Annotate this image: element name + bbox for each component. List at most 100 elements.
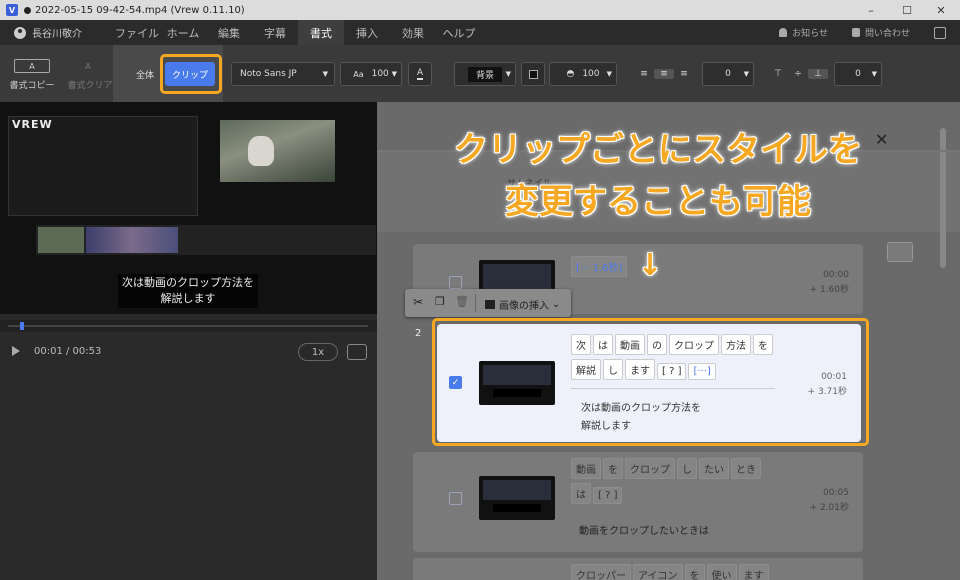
chip-row: 動画をクロップしたい ときは[ ? ] <box>571 458 781 508</box>
word-chip[interactable]: クロップ <box>625 458 675 479</box>
format-toolbar: A 書式コピー A 書式クリア 全体 クリップ Noto Sans JP ▼ Aa… <box>0 45 960 102</box>
user-icon <box>14 26 26 39</box>
user-account[interactable]: 長谷川敬介 <box>14 25 114 40</box>
align-center-icon[interactable]: ≡ <box>654 69 674 79</box>
silence-chip[interactable]: [··· 1.6秒] <box>571 256 628 277</box>
speed-button[interactable]: 1x <box>298 343 338 361</box>
copy-format-icon: A <box>14 59 50 73</box>
valign-bottom-icon[interactable]: ⊥ <box>808 69 828 79</box>
word-chip[interactable]: を <box>603 458 623 479</box>
preview-clip-thumb <box>86 227 178 253</box>
seek-track <box>8 325 368 327</box>
word-chip[interactable]: クロッパー <box>571 564 631 580</box>
font-value: Noto Sans JP <box>240 69 297 79</box>
chevron-down-icon: ▼ <box>743 70 749 78</box>
chevron-down-icon: ▼ <box>505 70 511 78</box>
seek-handle[interactable] <box>20 322 24 330</box>
clear-format-button[interactable]: 書式クリア <box>62 78 118 91</box>
offset-select[interactable]: 0 ▼ <box>834 62 882 86</box>
tab-help[interactable]: ヘルプ <box>436 20 482 45</box>
play-icon[interactable] <box>12 346 20 356</box>
tab-file[interactable]: ファイル <box>114 20 160 45</box>
word-chip[interactable]: とき <box>731 458 761 479</box>
valign-top-icon[interactable]: ⊤ <box>768 69 788 79</box>
thumb-subtitle <box>493 504 541 512</box>
collapse-ribbon-icon[interactable] <box>934 26 946 39</box>
opacity-select[interactable]: ◓ 100 ▼ <box>549 62 617 86</box>
color-swatch-icon <box>528 69 538 79</box>
text-color-button[interactable]: A <box>408 62 432 86</box>
close-window-button[interactable]: ✕ <box>926 0 956 20</box>
chevron-down-icon: ▼ <box>322 70 328 78</box>
tab-edit[interactable]: 編集 <box>206 20 252 45</box>
word-chip[interactable]: [ ? ] <box>593 487 623 504</box>
clear-format-icon: A <box>85 61 91 71</box>
align-left-icon[interactable]: ≡ <box>634 69 654 79</box>
app-icon: V <box>6 4 18 16</box>
chevron-down-icon: ⌄ <box>552 299 561 310</box>
clip-duration: + 1.60秒 <box>809 285 849 295</box>
comment-icon[interactable] <box>887 242 913 262</box>
word-chip[interactable]: アイコン <box>633 564 683 580</box>
word-chip[interactable]: 使い <box>706 564 737 580</box>
clip-card[interactable]: クロッパー アイコンを使い ます <box>413 558 863 580</box>
record-dot-icon <box>24 6 31 14</box>
scope-all-button[interactable]: 全体 <box>127 62 163 86</box>
tab-format[interactable]: 書式 <box>298 20 344 45</box>
thumb-screen <box>483 480 551 500</box>
spacing-value: 0 <box>725 69 731 79</box>
bg-color-button[interactable] <box>521 62 545 86</box>
font-select[interactable]: Noto Sans JP ▼ <box>231 62 335 86</box>
bell-icon <box>779 28 788 37</box>
menu-bar: 長谷川敬介 ファイル ホーム 編集 字幕 書式 挿入 効果 ヘルプ お知らせ 問… <box>0 20 960 45</box>
clip-thumbnail <box>479 476 555 520</box>
word-chip[interactable]: ます <box>738 564 769 580</box>
text-color-icon: A <box>416 68 424 80</box>
opacity-icon: ◓ <box>566 69 575 79</box>
valign-middle-icon[interactable]: ÷ <box>788 69 808 79</box>
trash-icon[interactable]: 🗑 <box>455 295 469 308</box>
word-chip[interactable]: たい <box>699 458 729 479</box>
image-icon <box>485 300 495 309</box>
word-chip[interactable]: し <box>677 458 697 479</box>
tab-insert[interactable]: 挿入 <box>344 20 390 45</box>
word-chip[interactable]: は <box>571 483 591 504</box>
valign-group: ⊤ ÷ ⊥ <box>766 62 830 86</box>
chat-icon <box>851 28 860 37</box>
clip-checkbox[interactable] <box>449 276 462 289</box>
clip-duration: + 2.01秒 <box>809 503 849 513</box>
word-chip[interactable]: を <box>684 564 705 580</box>
clip-list-panel: サムネイル 1 [··· 1.6秒] 00:00 + 1.60秒 ✂ ❐ 🗑 画… <box>377 102 960 580</box>
copy-format-button[interactable]: 書式コピー <box>4 78 60 91</box>
offset-value: 0 <box>855 69 861 79</box>
minimize-button[interactable]: – <box>856 0 886 20</box>
tab-effects[interactable]: 効果 <box>390 20 436 45</box>
maximize-button[interactable]: ☐ <box>892 0 922 20</box>
word-chip[interactable]: 動画 <box>571 458 601 479</box>
scissors-icon[interactable]: ✂ <box>413 295 423 309</box>
notifications-button[interactable]: お知らせ <box>779 26 828 39</box>
duplicate-icon[interactable]: ❐ <box>435 295 445 308</box>
scope-highlight <box>160 54 222 94</box>
chip-row: クロッパー アイコンを使い ます <box>571 564 831 580</box>
clip-subtitle[interactable]: 動画をクロップしたいときは <box>579 522 709 537</box>
background-select[interactable]: 背景 ▼ <box>454 62 516 86</box>
tab-home[interactable]: ホーム <box>160 20 206 45</box>
align-right-icon[interactable]: ≡ <box>674 69 694 79</box>
font-size-select[interactable]: Aa 100 ▼ <box>340 62 402 86</box>
seek-bar[interactable] <box>0 320 377 332</box>
preview-video-thumb <box>220 120 335 182</box>
clip-card[interactable]: 動画をクロップしたい ときは[ ? ] 動画をクロップしたいときは 00:05 +… <box>413 452 863 552</box>
thumb-screen <box>483 264 551 292</box>
preview-subtitle: 次は動画のクロップ方法を 解説します <box>118 274 258 308</box>
annotation-line1: クリップごとにスタイルを <box>454 130 862 170</box>
user-name: 長谷川敬介 <box>32 29 82 40</box>
spacing-select[interactable]: 0 ▼ <box>702 62 754 86</box>
clip-checkbox[interactable] <box>449 492 462 505</box>
clip-time: 00:05 <box>823 488 849 498</box>
tab-subtitle[interactable]: 字幕 <box>252 20 298 45</box>
contact-button[interactable]: 問い合わせ <box>851 26 910 39</box>
vrew-logo: VREW <box>12 118 53 131</box>
insert-image-button[interactable]: 画像の挿入 ⌄ <box>485 297 560 312</box>
fullscreen-icon[interactable] <box>347 344 367 360</box>
